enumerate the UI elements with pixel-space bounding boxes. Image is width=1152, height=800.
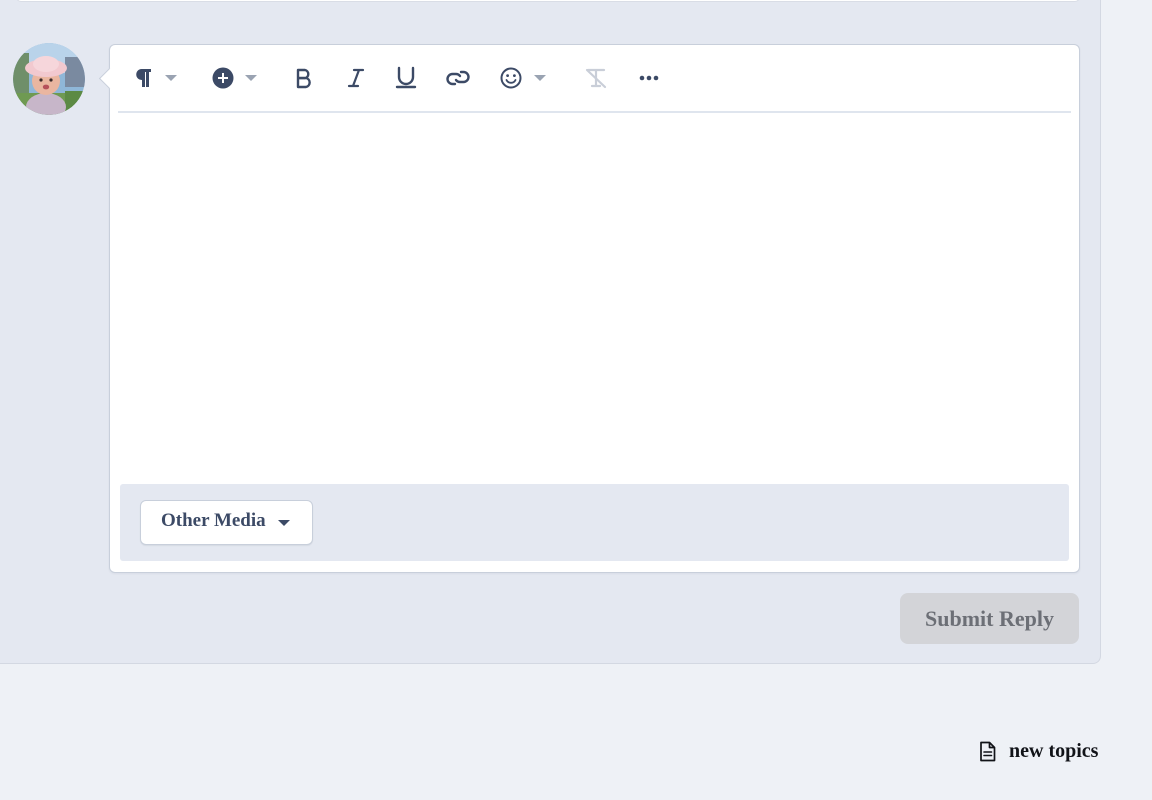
previous-post-card bbox=[16, 0, 1080, 2]
submit-reply-button[interactable]: Submit Reply bbox=[900, 593, 1079, 644]
clear-format-icon bbox=[585, 68, 607, 89]
paragraph-format-button[interactable] bbox=[135, 64, 178, 92]
chevron-down-icon bbox=[165, 75, 177, 81]
smiley-icon bbox=[500, 67, 522, 89]
media-bar: Other Media bbox=[120, 484, 1069, 561]
chevron-down-icon bbox=[278, 520, 290, 526]
avatar-photo bbox=[13, 43, 85, 115]
clear-formatting-button[interactable] bbox=[583, 64, 609, 92]
ellipsis-icon bbox=[639, 75, 659, 81]
plus-circle-icon bbox=[212, 67, 234, 89]
italic-button[interactable] bbox=[346, 64, 366, 92]
page: Other Media Submit Reply new topics bbox=[0, 0, 1152, 800]
link-button[interactable] bbox=[445, 64, 471, 92]
reply-editor: Other Media bbox=[98, 44, 1080, 573]
more-button[interactable] bbox=[639, 64, 659, 92]
reply-text-area[interactable] bbox=[118, 113, 1071, 483]
underline-button[interactable] bbox=[395, 64, 417, 92]
other-media-label: Other Media bbox=[161, 510, 266, 531]
other-media-button[interactable]: Other Media bbox=[140, 500, 313, 545]
underline-icon bbox=[395, 66, 417, 89]
insert-button[interactable] bbox=[212, 64, 258, 92]
editor-pointer bbox=[98, 67, 121, 90]
bold-icon bbox=[296, 68, 311, 89]
new-topics-link[interactable]: new topics bbox=[979, 737, 1098, 765]
document-icon bbox=[980, 741, 996, 761]
emoji-button[interactable] bbox=[500, 64, 547, 92]
new-topics-label: new topics bbox=[1009, 739, 1099, 762]
avatar[interactable] bbox=[13, 43, 85, 115]
italic-icon bbox=[347, 68, 365, 88]
chevron-down-icon bbox=[245, 75, 257, 81]
link-icon bbox=[446, 70, 470, 86]
chevron-down-icon bbox=[534, 75, 546, 81]
editor-toolbar bbox=[118, 45, 1071, 113]
pilcrow-icon bbox=[136, 69, 151, 87]
bold-button[interactable] bbox=[294, 64, 314, 92]
thread-panel: Other Media Submit Reply bbox=[0, 0, 1101, 664]
